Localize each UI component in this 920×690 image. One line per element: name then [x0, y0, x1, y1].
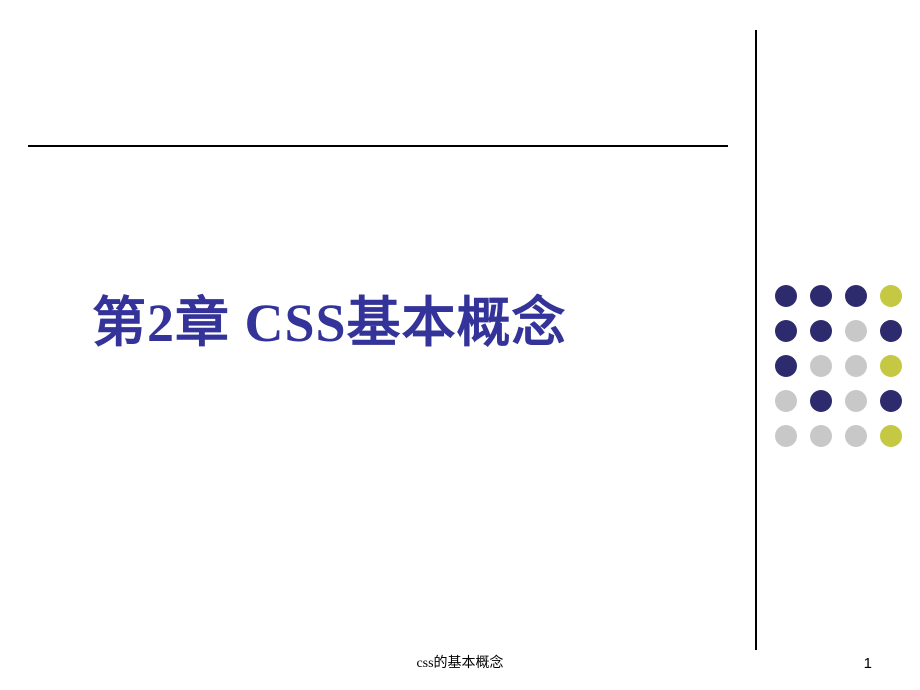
dot-icon: [775, 355, 797, 377]
dot-icon: [845, 285, 867, 307]
dot-icon: [845, 320, 867, 342]
dot-icon: [810, 285, 832, 307]
horizontal-divider: [28, 145, 728, 147]
dot-icon: [810, 425, 832, 447]
dot-icon: [810, 390, 832, 412]
dot-icon: [775, 425, 797, 447]
dot-icon: [775, 285, 797, 307]
dot-icon: [880, 355, 902, 377]
slide-footer: css的基本概念: [416, 652, 503, 672]
dot-icon: [880, 285, 902, 307]
page-number: 1: [864, 655, 872, 672]
slide-container: 第2章 CSS基本概念 css的基本概念 1: [0, 0, 920, 690]
dot-icon: [775, 390, 797, 412]
dot-icon: [880, 425, 902, 447]
dot-icon: [810, 355, 832, 377]
dot-icon: [880, 390, 902, 412]
vertical-divider: [755, 30, 757, 650]
decorative-dots-grid: [775, 285, 910, 455]
dot-icon: [880, 320, 902, 342]
dot-icon: [845, 355, 867, 377]
dot-icon: [845, 425, 867, 447]
dot-icon: [810, 320, 832, 342]
dot-icon: [845, 390, 867, 412]
dot-icon: [775, 320, 797, 342]
slide-title: 第2章 CSS基本概念: [92, 278, 567, 357]
